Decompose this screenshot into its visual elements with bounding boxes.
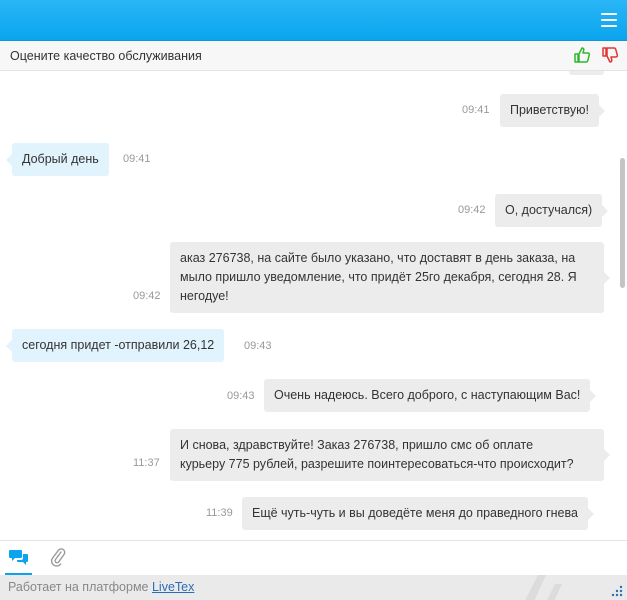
message-line: аказ 276738, на сайте было указано, что …: [180, 251, 576, 265]
message-line: мыло пришло уведомление, что придёт 25го…: [180, 270, 577, 284]
chat-header: [0, 0, 627, 41]
user-message: Приветствую!: [500, 94, 605, 127]
message-line: И снова, здравствуйте! Заказ 276738, при…: [180, 438, 534, 452]
livetex-link[interactable]: LiveTex: [152, 580, 194, 594]
thumbs-down-icon[interactable]: [601, 46, 619, 64]
footer-text: Работает на платформе LiveTex: [8, 580, 194, 594]
resize-grip-icon[interactable]: [611, 585, 623, 597]
rate-prompt: Оцените качество обслуживания: [10, 49, 202, 63]
message-time: 11:39: [206, 507, 233, 519]
input-bar: [0, 540, 627, 576]
scrollbar-thumb[interactable]: [620, 158, 625, 288]
message-text: Добрый день: [22, 152, 99, 166]
user-message: И снова, здравствуйте! Заказ 276738, при…: [170, 429, 610, 481]
message-text: сегодня придет -отправили 26,12: [22, 338, 215, 352]
message-text: Приветствую!: [510, 103, 589, 117]
footer: Работает на платформе LiveTex: [0, 575, 627, 600]
user-message: О, достучался): [495, 194, 609, 227]
paperclip-icon[interactable]: [50, 547, 66, 567]
thumbs-up-icon[interactable]: [573, 46, 591, 64]
message-text: Ещё чуть-чуть и вы доведёте меня до прав…: [252, 506, 578, 520]
message-line: курьеру 775 рублей, разрешите поинтересо…: [180, 457, 574, 471]
message-text: О, достучался): [505, 203, 593, 217]
user-message: Ещё чуть-чуть и вы доведёте меня до прав…: [242, 497, 594, 530]
message-time: 09:42: [458, 204, 486, 216]
message-time: 09:43: [244, 340, 272, 352]
partial-message-bubble: [569, 71, 604, 75]
rate-bar: Оцените качество обслуживания: [0, 41, 627, 71]
chat-bubbles-icon[interactable]: [9, 548, 29, 568]
message-time: 11:37: [133, 457, 160, 469]
message-text: Очень надеюсь. Всего доброго, с наступаю…: [274, 388, 581, 402]
message-time: 09:41: [123, 153, 151, 165]
message-time: 09:43: [227, 390, 255, 402]
hamburger-menu-icon[interactable]: [601, 13, 617, 27]
footer-prefix: Работает на платформе: [8, 580, 152, 594]
operator-message: сегодня придет -отправили 26,12: [5, 329, 225, 362]
message-line: негодуе!: [180, 289, 229, 303]
message-list[interactable]: 09:41 Приветствую! Добрый день 09:41 09:…: [0, 71, 627, 540]
watermark-logo: [525, 575, 562, 600]
operator-message: Добрый день: [6, 143, 109, 176]
user-message: Очень надеюсь. Всего доброго, с наступаю…: [264, 379, 597, 412]
message-time: 09:42: [133, 290, 161, 302]
message-time: 09:41: [462, 104, 490, 116]
user-message: аказ 276738, на сайте было указано, что …: [170, 242, 610, 313]
